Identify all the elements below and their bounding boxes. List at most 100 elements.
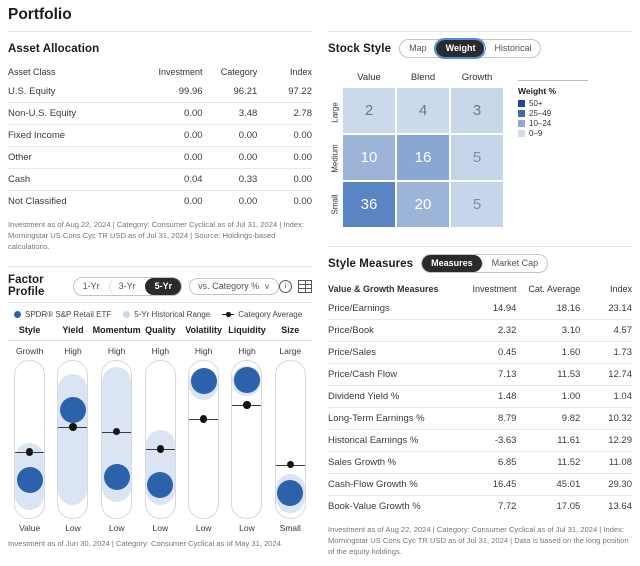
cell-investment: 0.00 <box>147 146 203 169</box>
factor-profile-chart: Style Growth Value Yield High Low Moment… <box>8 323 312 533</box>
tab-measures[interactable]: Measures <box>422 255 482 272</box>
table-view-icon[interactable] <box>298 279 312 293</box>
style-cell-small-blend[interactable]: 20 <box>396 181 450 228</box>
info-icon[interactable]: i <box>279 279 292 293</box>
cell-investment: -3.63 <box>461 429 517 452</box>
cell-index: 11.08 <box>580 451 632 474</box>
factor-bottom-label: Low <box>152 523 169 533</box>
style-measures-panel: Style Measures Measures Market Cap Value… <box>320 228 640 557</box>
factor-column-size: Size Large Small <box>268 325 312 533</box>
table-row: Price/Book 2.32 3.10 4.57 <box>328 319 632 342</box>
table-header-row: Value & Growth Measures Investment Cat. … <box>328 281 632 298</box>
factor-track[interactable] <box>188 360 220 519</box>
style-cell-medium-growth[interactable]: 5 <box>450 134 504 181</box>
factor-name: Momentum <box>92 325 141 335</box>
main-columns: Asset Allocation Asset Class Investment … <box>0 31 640 557</box>
tab-weight[interactable]: Weight <box>433 38 487 59</box>
legend-dot-icon <box>123 311 131 318</box>
row-label: U.S. Equity <box>8 86 56 97</box>
factor-track[interactable] <box>57 360 89 519</box>
cell-cat-average: 1.60 <box>516 341 581 364</box>
row-label: Price/Earnings <box>328 303 390 314</box>
legend-item-category-average: Category Average <box>222 310 302 319</box>
investment-dot <box>16 467 43 494</box>
comparison-label: vs. Category % <box>198 281 260 291</box>
tab-1yr[interactable]: 1-Yr <box>74 278 109 295</box>
row-label: Long-Term Earnings % <box>328 407 462 430</box>
style-cell-large-blend[interactable]: 4 <box>396 87 450 134</box>
cell-index: 1.04 <box>580 385 632 408</box>
tab-market-cap[interactable]: Market Cap <box>481 255 548 272</box>
row-label: Price/Sales <box>328 341 462 364</box>
style-box-cells: 2 4 3 10 16 5 36 20 5 <box>342 87 504 228</box>
legend-label: Category Average <box>238 310 303 319</box>
style-cell-large-value[interactable]: 2 <box>342 87 396 134</box>
cell-investment: 0.04 <box>147 168 203 191</box>
comparison-dropdown[interactable]: vs. Category % ∨ <box>189 277 279 295</box>
factor-track[interactable] <box>231 360 263 519</box>
col-label-growth: Growth <box>461 72 493 83</box>
factor-column-liquidity: Liquidity High Low <box>225 325 269 533</box>
col-category: Category <box>220 67 258 77</box>
col-cat-average: Cat. Average <box>528 284 581 294</box>
factor-profile-title: Factor Profile <box>8 274 45 298</box>
style-measures-table: Value & Growth Measures Investment Cat. … <box>328 281 632 517</box>
tab-5yr[interactable]: 5-Yr <box>144 277 182 295</box>
cell-index: 29.30 <box>580 473 632 496</box>
factor-track[interactable] <box>14 360 46 519</box>
col-label-value: Value <box>357 72 381 83</box>
asset-allocation-panel: Asset Allocation Asset Class Investment … <box>0 31 320 252</box>
tab-historical[interactable]: Historical <box>484 40 540 57</box>
factor-track[interactable] <box>101 360 133 519</box>
legend-item: 0–9 <box>518 129 604 138</box>
table-row: Long-Term Earnings % 8.79 9.82 10.32 <box>328 407 632 430</box>
style-cell-medium-blend[interactable]: 16 <box>396 134 450 181</box>
row-label: Historical Earnings % <box>328 429 462 452</box>
style-measures-toggle[interactable]: Measures Market Cap <box>421 254 549 273</box>
factor-bottom-label: Low <box>65 523 81 533</box>
cell-cat-average: 9.82 <box>516 407 581 430</box>
legend-item-investment: SPDR® S&P Retail ETF <box>14 310 111 319</box>
stock-style-toggle[interactable]: Map Weight Historical <box>399 38 542 59</box>
style-cell-medium-value[interactable]: 10 <box>342 134 396 181</box>
category-average-dot <box>69 423 77 431</box>
factor-top-label: High <box>194 346 213 356</box>
factor-top-label: High <box>64 346 82 356</box>
legend-swatch-icon <box>518 110 525 117</box>
legend-label: SPDR® S&P Retail ETF <box>25 310 112 319</box>
row-label: Price/Book <box>328 319 462 342</box>
factor-column-quality: Quality High Low <box>138 325 182 533</box>
row-label: Price/Cash Flow <box>328 363 462 386</box>
factor-column-style: Style Growth Value <box>8 325 52 533</box>
factor-top-label: High <box>151 346 170 356</box>
factor-profile-tools: i <box>279 279 312 293</box>
cell-investment: 99.96 <box>178 86 203 97</box>
factor-name: Liquidity <box>228 325 266 335</box>
legend-item: 50+ <box>518 99 604 108</box>
tab-3yr[interactable]: 3-Yr <box>108 277 145 295</box>
style-box-row-labels: Large Medium Small <box>328 72 342 228</box>
factor-track[interactable] <box>274 360 306 519</box>
style-box-grid-area: Large Medium Small Value Blend Growth 2 … <box>328 72 504 228</box>
cell-index: 97.22 <box>288 86 312 97</box>
tab-map[interactable]: Map <box>400 40 436 57</box>
style-box-legend: Weight % 50+ 25–49 10–24 0–9 <box>504 72 604 228</box>
table-row: Cash 0.04 0.33 0.00 <box>8 168 312 191</box>
style-cell-large-growth[interactable]: 3 <box>450 87 504 134</box>
cell-category: 0.00 <box>202 124 258 147</box>
asset-allocation-title: Asset Allocation <box>8 43 100 55</box>
factor-track[interactable] <box>144 360 176 519</box>
factor-profile-legend: SPDR® S&P Retail ETF 5-Yr Historical Ran… <box>8 303 312 323</box>
factor-name: Size <box>281 325 300 335</box>
style-cell-small-value[interactable]: 36 <box>342 181 396 228</box>
factor-bottom-label: Low <box>195 523 212 533</box>
asset-allocation-table: Asset Class Investment Category Index U.… <box>8 64 312 212</box>
right-column: Stock Style Map Weight Historical Large … <box>320 31 640 557</box>
row-label: Cash-Flow Growth % <box>328 473 462 496</box>
investment-dot <box>190 368 217 395</box>
cell-index: 0.00 <box>257 168 312 191</box>
investment-dot <box>103 464 130 491</box>
col-asset-class: Asset Class <box>8 67 56 77</box>
style-cell-small-growth[interactable]: 5 <box>450 181 504 228</box>
factor-period-toggle[interactable]: 1-Yr 3-Yr 5-Yr <box>72 276 183 296</box>
